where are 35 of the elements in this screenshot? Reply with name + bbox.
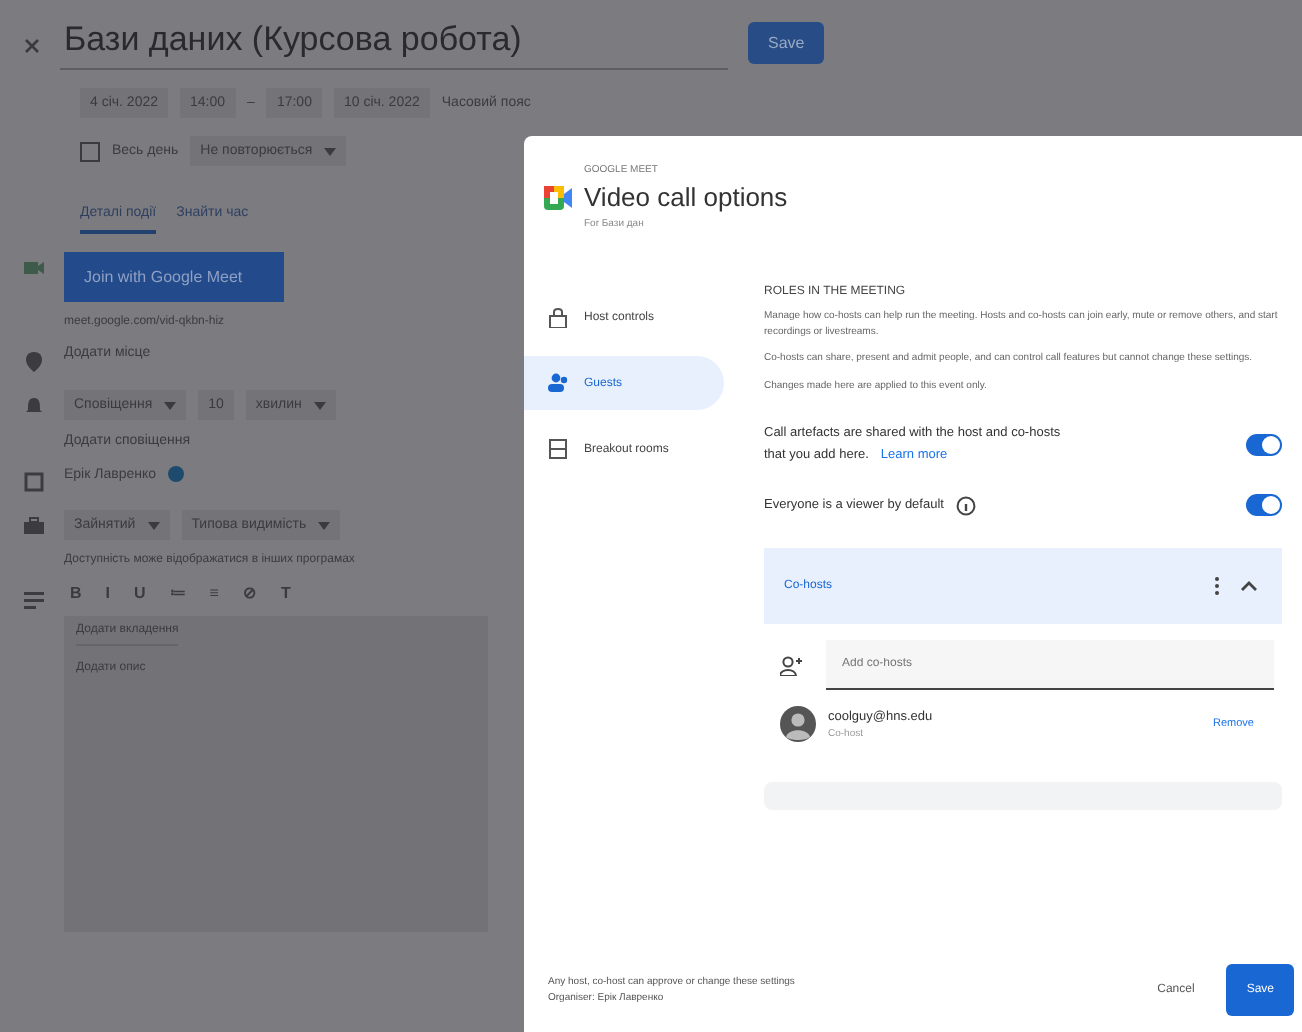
join-meet-button[interactable]: Join with Google Meet [64,252,284,302]
save-button[interactable]: Save [748,22,825,64]
location-pin-icon [24,352,44,372]
calendar-icon [24,472,44,492]
dialog-title: Video call options [584,182,788,212]
more-vertical-icon [1214,576,1220,596]
video-camera-icon [24,258,44,278]
toggle-switch[interactable] [1246,433,1282,455]
format-button[interactable]: ≡ [203,584,225,602]
lock-icon [548,306,568,328]
caret-icon [147,521,160,529]
caret-icon [313,401,326,409]
format-button[interactable]: B [64,584,88,602]
event-title-field[interactable]: Бази даних (Курсова робота) [60,16,728,70]
format-button[interactable]: ≔ [163,584,192,602]
notes-icon [24,590,44,610]
close-icon [24,37,40,53]
caret-icon [324,147,337,155]
chevron-icon [1240,580,1258,592]
calendar-color-dot [168,466,185,482]
format-button[interactable]: U [128,584,152,602]
format-button[interactable]: ⊘ [236,584,263,602]
all-day-checkbox[interactable] [80,141,100,161]
people-icon [548,372,568,394]
meet-logo-icon [544,185,572,209]
avatar-icon [780,706,816,742]
caret-icon [318,521,331,529]
panel-icon [548,438,568,460]
format-button[interactable]: I [99,584,117,602]
briefcase-icon [24,516,44,536]
toggle-switch[interactable] [1246,494,1282,516]
add-person-icon [780,655,802,675]
bell-icon [24,396,44,416]
caret-icon [164,401,177,409]
format-button[interactable]: T [274,584,297,602]
